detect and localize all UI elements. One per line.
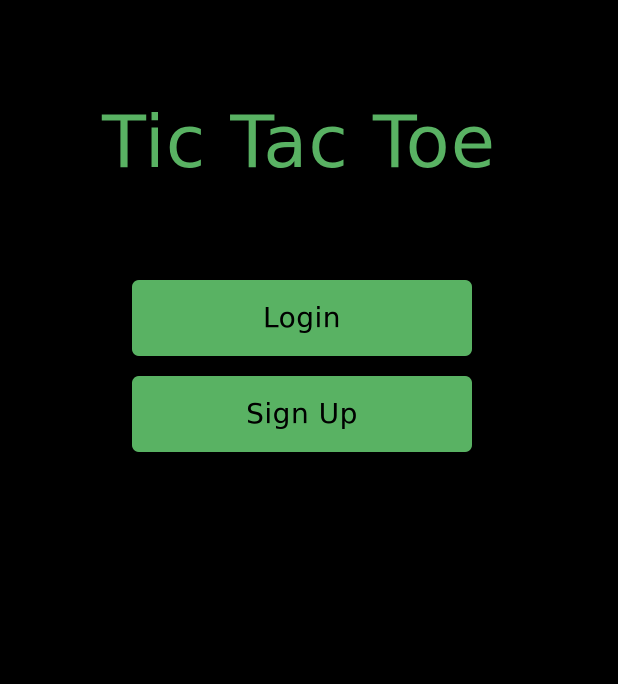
start-screen: Tic Tac Toe Login Sign Up: [0, 0, 618, 684]
sign-up-button[interactable]: Sign Up: [132, 376, 472, 452]
login-button[interactable]: Login: [132, 280, 472, 356]
app-title: Tic Tac Toe: [102, 100, 496, 184]
